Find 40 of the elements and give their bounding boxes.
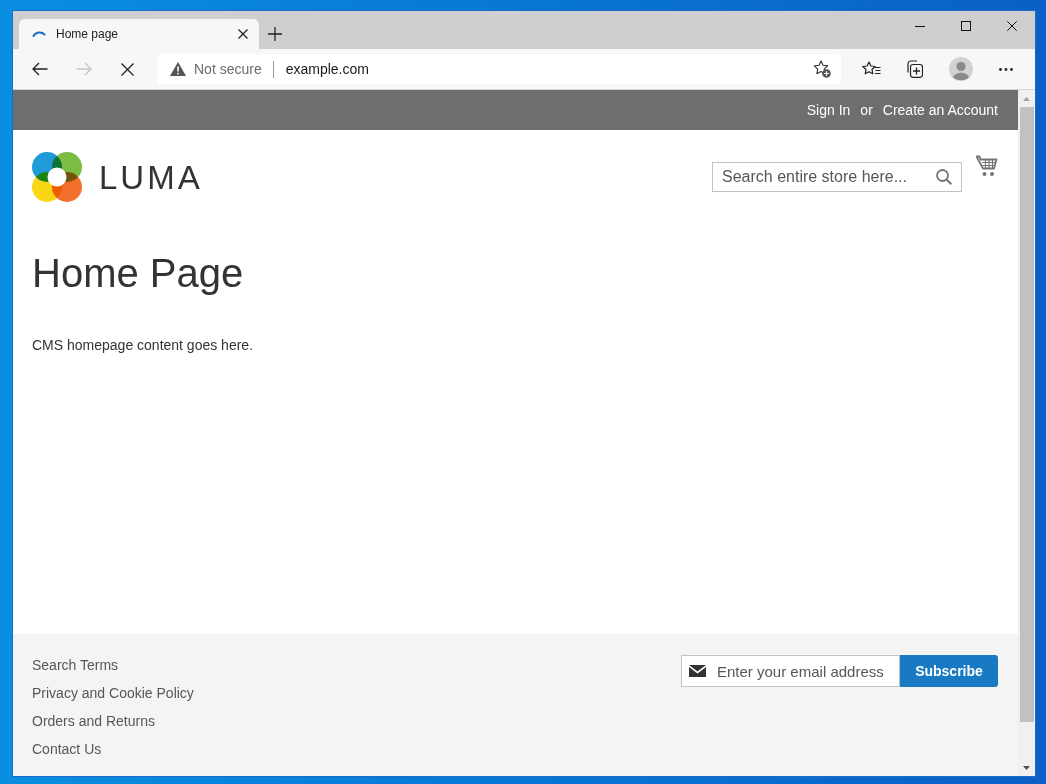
star-list-icon [861,61,881,77]
page-title: Home Page [32,251,244,295]
separator-text: or [860,100,873,120]
cart-link[interactable] [976,155,998,177]
minimize-icon [915,25,925,27]
close-icon [1007,21,1017,31]
create-account-link[interactable]: Create an Account [882,99,998,121]
maximize-icon [961,21,971,31]
security-label[interactable]: Not secure [194,58,262,80]
forward-arrow-icon [76,62,92,76]
logo-icon[interactable] [32,152,82,202]
scrollbar[interactable] [1018,90,1035,776]
avatar-icon [949,57,973,81]
add-favorite-button[interactable] [812,59,832,79]
warning-icon [170,62,186,76]
browser-tab[interactable]: Home page [19,19,259,49]
collections-icon [905,60,923,78]
envelope-icon [689,665,706,677]
footer-link[interactable]: Orders and Returns [32,711,155,731]
address-bar[interactable]: Not secure example.com [157,54,841,84]
email-field[interactable]: Enter your email address [681,655,900,687]
close-icon [238,29,248,39]
more-icon [999,67,1013,71]
scrollbar-thumb[interactable] [1019,107,1034,722]
footer-link[interactable]: Search Terms [32,655,119,675]
search-field[interactable]: Search entire store here... [712,162,962,192]
cart-icon [976,155,998,177]
close-icon [120,62,134,76]
plus-icon [268,27,282,41]
footer-link[interactable]: Privacy and Cookie Policy [32,683,194,703]
logo-text[interactable]: LUMA [99,160,203,194]
down-arrow-icon[interactable] [1023,765,1030,770]
sign-in-link[interactable]: Sign In [806,99,851,121]
content-text: CMS homepage content goes here. [32,336,254,355]
footer-link[interactable]: Contact Us [32,739,102,759]
star-plus-icon [813,60,831,78]
search-icon[interactable] [936,169,952,185]
subscribe-button[interactable]: Subscribe [900,655,998,687]
back-arrow-icon [32,62,48,76]
url-text[interactable]: example.com [285,58,369,80]
